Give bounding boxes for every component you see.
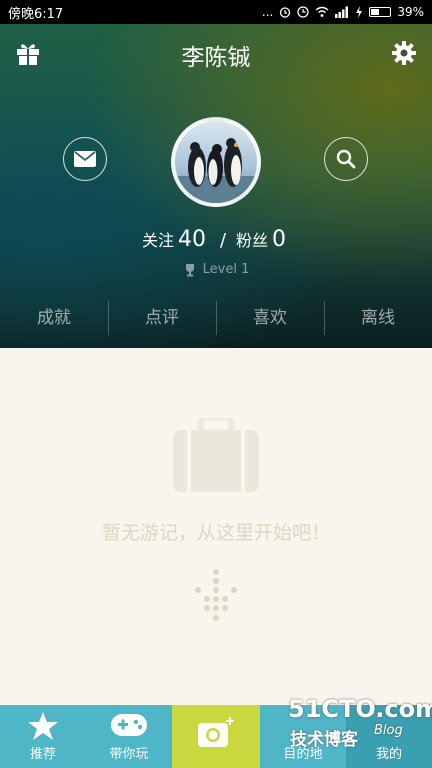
notification-dots: ... xyxy=(261,5,274,19)
penguin-avatar-image xyxy=(175,138,257,203)
clock-icon xyxy=(297,6,309,18)
profile-header: 李陈铖 关注 40 / 粉丝 0 Level 1 成就 点评 喜欢 离线 xyxy=(0,24,432,348)
signal-icon xyxy=(335,6,349,18)
mail-icon xyxy=(74,151,96,167)
nav-mine-label: 我的 xyxy=(375,747,402,762)
camera-icon xyxy=(198,717,234,747)
nav-mine[interactable]: 我的 xyxy=(346,705,432,768)
system-icons: ... 39% xyxy=(262,5,424,19)
follow-label[interactable]: 关注 xyxy=(142,231,174,250)
charging-icon xyxy=(356,6,363,18)
suitcase-icon xyxy=(173,418,259,492)
level-badge: Level 1 xyxy=(0,262,432,277)
battery-percent: 39% xyxy=(397,5,424,19)
gear-icon[interactable] xyxy=(391,40,417,66)
empty-content: 暂无游记，从这里开始吧！ xyxy=(0,348,432,705)
nav-camera[interactable] xyxy=(172,705,260,768)
nav-play[interactable]: 带你玩 xyxy=(86,705,172,768)
tab-reviews[interactable]: 点评 xyxy=(108,299,216,337)
nav-recommend-label: 推荐 xyxy=(29,747,56,762)
arrow-down-icon xyxy=(195,569,237,621)
nav-destination[interactable]: 目的地 xyxy=(260,705,346,768)
tab-likes[interactable]: 喜欢 xyxy=(216,299,324,337)
star-icon xyxy=(28,712,58,740)
gamepad-icon xyxy=(111,714,147,736)
follow-count[interactable]: 40 xyxy=(178,227,206,252)
status-time: 傍晚6:17 xyxy=(8,6,64,22)
status-bar: 傍晚6:17 ... 39% xyxy=(0,0,432,24)
message-button[interactable] xyxy=(63,137,107,181)
nav-play-label: 带你玩 xyxy=(109,747,149,762)
nav-destination-label: 目的地 xyxy=(283,747,323,762)
tab-offline[interactable]: 离线 xyxy=(324,299,432,337)
profile-tabs: 成就 点评 喜欢 离线 xyxy=(0,299,432,337)
search-button[interactable] xyxy=(324,137,368,181)
level-text: Level 1 xyxy=(202,262,250,277)
battery-icon xyxy=(369,7,392,17)
profile-name: 李陈铖 xyxy=(181,45,251,71)
trophy-icon xyxy=(185,263,194,276)
fans-label[interactable]: 粉丝 xyxy=(236,231,268,250)
bottom-nav: 推荐 带你玩 目的地 我的 xyxy=(0,705,432,768)
follow-stats: 关注 40 / 粉丝 0 xyxy=(0,227,432,252)
avatar[interactable] xyxy=(171,117,261,207)
stats-separator: / xyxy=(219,230,227,251)
nav-recommend[interactable]: 推荐 xyxy=(0,705,86,768)
fans-count[interactable]: 0 xyxy=(272,227,286,252)
alarm-icon xyxy=(280,7,291,18)
empty-message: 暂无游记，从这里开始吧！ xyxy=(101,522,330,544)
wifi-icon xyxy=(315,6,329,17)
tab-achievements[interactable]: 成就 xyxy=(0,299,108,337)
search-icon xyxy=(336,149,356,169)
